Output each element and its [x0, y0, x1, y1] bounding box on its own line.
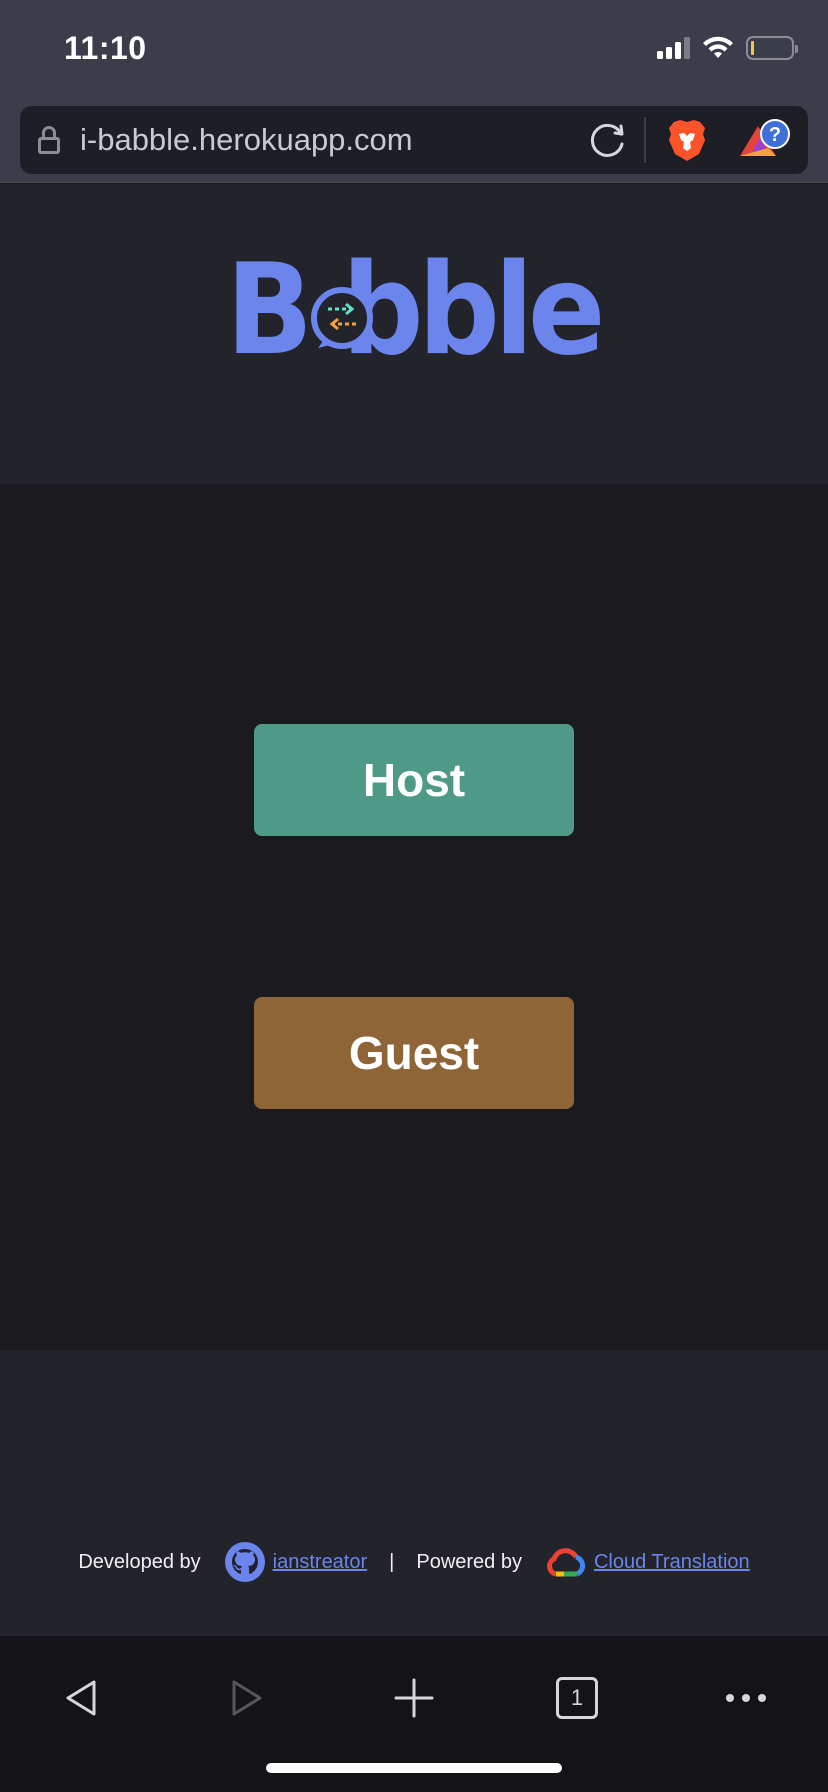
main-content: Host Guest — [0, 484, 828, 1350]
forward-icon — [232, 1680, 262, 1716]
address-bar[interactable]: i-babble.herokuapp.com ? — [20, 106, 808, 174]
powered-by-label: Powered by — [416, 1550, 522, 1573]
tabs-icon[interactable]: 1 — [556, 1677, 598, 1719]
github-icon — [224, 1542, 265, 1582]
lock-icon — [38, 126, 60, 154]
browser-chrome: 11:10 i-babble.herokuapp.com ? — [0, 0, 828, 183]
guest-button[interactable]: Guest — [254, 997, 574, 1109]
svg-text:B bble: B bble — [226, 244, 600, 364]
battery-icon — [746, 36, 798, 60]
svg-text:?: ? — [769, 124, 781, 146]
author-link[interactable]: ianstreator — [273, 1551, 368, 1574]
chat-translate-icon — [311, 287, 373, 349]
url-text[interactable]: i-babble.herokuapp.com — [80, 122, 588, 158]
developed-by-label: Developed by — [78, 1550, 201, 1573]
credits-separator: | — [389, 1550, 395, 1573]
status-icons — [657, 36, 798, 60]
brave-rewards-icon[interactable]: ? — [738, 118, 792, 162]
google-cloud-icon — [547, 1548, 586, 1577]
url-divider — [644, 117, 646, 163]
site-footer: Developed by ianstreator | Powered by Cl… — [0, 1350, 828, 1636]
wifi-icon — [703, 36, 733, 58]
back-icon[interactable] — [58, 1674, 106, 1722]
cloud-translation-link[interactable]: Cloud Translation — [594, 1551, 750, 1574]
reload-icon[interactable] — [588, 120, 628, 160]
brave-lion-icon[interactable] — [666, 118, 708, 162]
tab-count: 1 — [570, 1685, 584, 1710]
new-tab-icon[interactable] — [390, 1674, 438, 1722]
site-header: B bble — [0, 184, 828, 484]
footer-credits: Developed by ianstreator | Powered by Cl… — [0, 1542, 828, 1582]
more-icon[interactable] — [722, 1674, 770, 1722]
home-indicator[interactable] — [266, 1763, 562, 1773]
status-time: 11:10 — [64, 30, 147, 66]
babble-logo[interactable]: B bble — [226, 244, 606, 364]
host-button[interactable]: Host — [254, 724, 574, 836]
cellular-signal-icon — [657, 37, 690, 59]
